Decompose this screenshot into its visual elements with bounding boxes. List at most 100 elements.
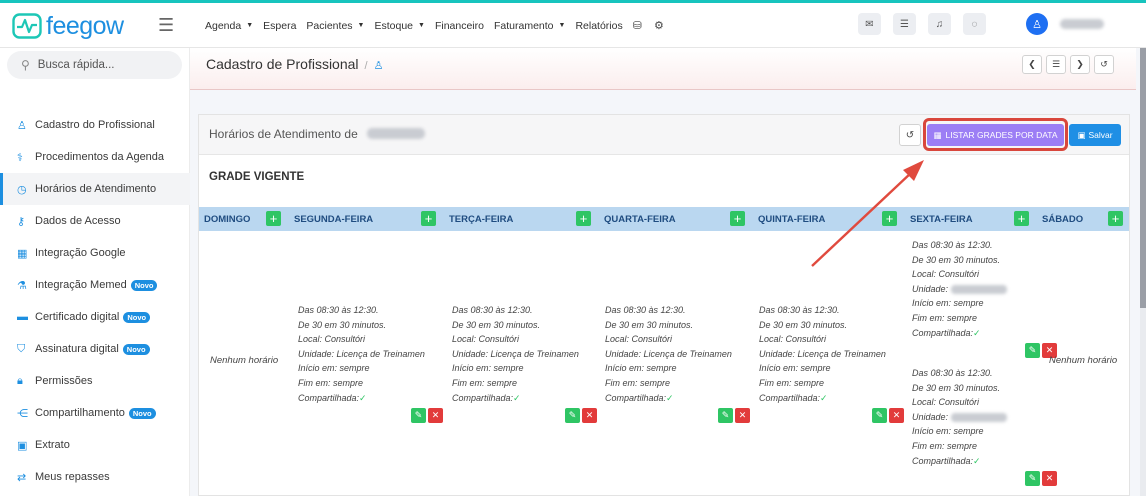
add-schedule-button[interactable]: +	[421, 211, 436, 226]
schedule-block: Das 08:30 às 12:30. De 30 em 30 minutos. L…	[298, 303, 443, 424]
nav-agenda[interactable]: Agenda ▼	[205, 19, 253, 32]
day-header-3: QUARTA-FEIRA	[604, 207, 676, 231]
save-button[interactable]: ▣ Salvar	[1069, 124, 1121, 146]
blurred-professional-name	[367, 128, 425, 139]
chevron-down-icon: ▼	[357, 22, 365, 29]
edit-icon[interactable]: ✎	[411, 408, 426, 424]
list-button[interactable]: ☰	[1046, 55, 1066, 74]
add-schedule-button[interactable]: +	[882, 211, 897, 226]
schedule-interval: De 30 em 30 minutos.	[452, 319, 541, 330]
sidebar-item[interactable]: ⛉ Assinatura digital Novo	[0, 333, 190, 365]
schedule-start: Início em: sempre	[759, 363, 831, 374]
unit-value: Licença de Treinamen	[490, 348, 579, 359]
sidebar-item[interactable]: ⚗ Integração Memed Novo	[0, 269, 190, 301]
previous-button[interactable]: ❮	[1022, 55, 1042, 74]
lock-icon: 🔒︎	[17, 374, 23, 387]
nav-estoque[interactable]: Estoque ▼	[374, 19, 424, 32]
edit-icon[interactable]: ✎	[1025, 343, 1040, 359]
delete-icon[interactable]: ✕	[582, 408, 597, 424]
add-schedule-button[interactable]: +	[266, 211, 281, 226]
nav-label: Estoque	[374, 19, 414, 32]
highlight-annotation-box	[923, 118, 1068, 151]
money-icon: ▣	[17, 439, 28, 452]
blurred-username[interactable]	[1060, 19, 1104, 29]
add-schedule-button[interactable]: +	[1014, 211, 1029, 226]
user-avatar[interactable]: ♙	[1026, 13, 1048, 35]
history-button[interactable]: ↺	[1094, 55, 1114, 74]
new-badge: Novo	[123, 311, 151, 323]
shared-label: Compartilhada:	[452, 392, 514, 403]
feegow-logo[interactable]: feegow	[12, 11, 124, 41]
next-button[interactable]: ❯	[1070, 55, 1090, 74]
sidebar: ⚲ Busca rápida... ♙ Cadastro do Profissio…	[0, 48, 190, 496]
schedule-time: Das 08:30 às 12:30.	[605, 305, 686, 315]
menu-toggle-icon[interactable]: ☰	[158, 15, 174, 36]
unit-label: Unidade:	[298, 348, 335, 359]
schedule-time: Das 08:30 às 12:30.	[759, 305, 840, 315]
gear-icon[interactable]: ⚙	[654, 19, 664, 32]
shared-label: Compartilhada:	[605, 392, 667, 403]
database-icon[interactable]: ⛁	[633, 19, 642, 32]
save-label: Salvar	[1088, 130, 1113, 140]
new-badge: Novo	[130, 279, 158, 291]
sidebar-item[interactable]: ⋲ Compartilhamento Novo	[0, 397, 190, 429]
edit-icon[interactable]: ✎	[718, 408, 733, 424]
shield-icon: ⛉	[17, 342, 26, 355]
delete-icon[interactable]: ✕	[735, 408, 750, 424]
delete-icon[interactable]: ✕	[428, 408, 443, 424]
sidebar-item[interactable]: ♙ Cadastro do Profissional	[0, 109, 190, 141]
schedule-time: Das 08:30 às 12:30.	[912, 368, 993, 378]
panel-title: Horários de Atendimento de	[209, 127, 358, 141]
unit-label: Unidade:	[912, 411, 949, 422]
scrollbar-thumb[interactable]	[1140, 48, 1146, 308]
save-icon: ▣	[1077, 129, 1086, 140]
delete-icon[interactable]: ✕	[889, 408, 904, 424]
delete-icon[interactable]: ✕	[1042, 471, 1057, 487]
no-schedule-saturday: Nenhum horário	[1049, 355, 1118, 366]
block-actions: ✎ ✕	[912, 343, 1057, 359]
day-label: QUINTA-FEIRA	[758, 213, 826, 225]
add-schedule-button[interactable]: +	[730, 211, 745, 226]
nav-faturamento[interactable]: Faturamento ▼	[494, 19, 565, 32]
edit-icon[interactable]: ✎	[1025, 471, 1040, 487]
sidebar-item[interactable]: ▣ Extrato	[0, 429, 190, 461]
unit-label: Unidade:	[605, 348, 642, 359]
nav-pacientes[interactable]: Pacientes ▼	[306, 19, 364, 32]
schedule-block: Das 08:30 às 12:30. De 30 em 30 minutos. L…	[605, 303, 750, 424]
history-icon[interactable]: ↺	[899, 124, 921, 146]
schedule-unit: Unidade:	[912, 410, 1057, 425]
checklist-icon[interactable]: ☰	[893, 13, 916, 35]
add-schedule-button[interactable]: +	[1108, 211, 1123, 226]
sidebar-item[interactable]: ⇄ Meus repasses	[0, 461, 190, 493]
nav-espera[interactable]: Espera	[263, 19, 296, 32]
schedule-shared: Compartilhada:✓	[298, 391, 443, 406]
check-circle-icon: ✓	[973, 455, 981, 466]
sidebar-item[interactable]: ◷ Horários de Atendimento	[0, 173, 190, 205]
sidebar-item[interactable]: ⚕ Procedimentos da Agenda	[0, 141, 190, 173]
page-scrollbar[interactable]	[1140, 48, 1146, 496]
sidebar-item[interactable]: ⚷ Dados de Acesso	[0, 205, 190, 237]
blurred-unit-name	[950, 284, 1007, 294]
sidebar-item[interactable]: ▬ Certificado digital Novo	[0, 301, 190, 333]
schedule-local: Local: Consultóri	[912, 397, 980, 408]
search-placeholder: Busca rápida...	[37, 59, 115, 71]
sidebar-item[interactable]: ▦ Integração Google	[0, 237, 190, 269]
shared-label: Compartilhada:	[298, 392, 360, 403]
schedule-panel: Horários de Atendimento de ↺ ▦ LISTAR GRA…	[198, 114, 1130, 496]
schedule-interval: De 30 em 30 minutos.	[605, 319, 694, 330]
day-header-1: SEGUNDA-FEIRA	[294, 207, 373, 231]
add-schedule-button[interactable]: +	[576, 211, 591, 226]
sidebar-item[interactable]: 🔒︎ Permissões	[0, 365, 190, 397]
nav-relatorios[interactable]: Relatórios	[575, 19, 622, 32]
sidebar-item-label: Permissões	[35, 375, 93, 387]
nav-financeiro[interactable]: Financeiro	[435, 19, 484, 32]
edit-icon[interactable]: ✎	[872, 408, 887, 424]
quick-search-input[interactable]: ⚲ Busca rápida...	[7, 51, 182, 79]
inbox-icon[interactable]: ✉	[858, 13, 881, 35]
block-actions: ✎ ✕	[759, 408, 904, 424]
block-actions: ✎ ✕	[298, 408, 443, 424]
chat-icon[interactable]: ◌	[963, 13, 986, 35]
bell-icon[interactable]: ♫	[928, 13, 951, 35]
edit-icon[interactable]: ✎	[565, 408, 580, 424]
logo-text: feegow	[46, 11, 124, 40]
